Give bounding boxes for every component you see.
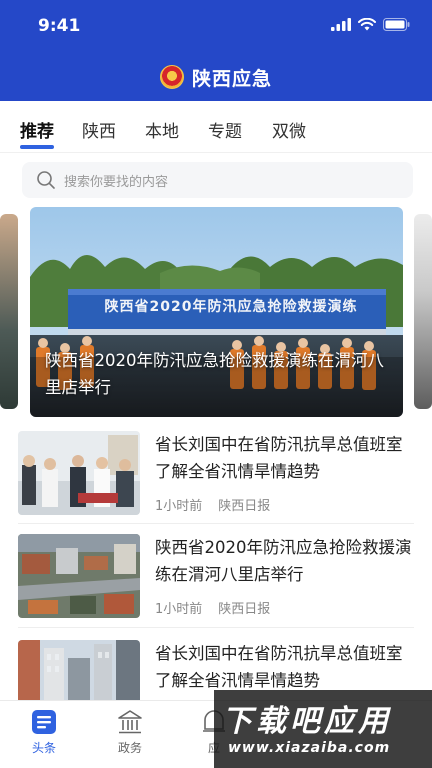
tab-topics[interactable]: 专题 [208, 117, 242, 142]
wifi-icon [358, 18, 376, 31]
news-thumbnail [18, 534, 140, 618]
news-meta: 1小时前 陕西日报 [155, 495, 270, 514]
status-bar: 9:41 [0, 0, 432, 52]
news-meta: 1小时前 陕西日报 [155, 598, 270, 617]
nav-government-label: 政务 [117, 741, 142, 755]
tab-recommended[interactable]: 推荐 [20, 117, 54, 142]
news-source: 陕西日报 [218, 602, 271, 617]
active-tab-indicator [20, 145, 54, 149]
news-title: 陕西省2020年防汛应急抢险救援演练在渭河八里店举行 [155, 538, 412, 584]
app-header: 9:41 陕西应急 [0, 0, 432, 101]
tab-shaanxi[interactable]: 陕西 [82, 117, 116, 142]
national-emblem-icon [159, 65, 184, 89]
watermark-url: www.xiazaiba.com [228, 740, 391, 756]
tab-weibo-wechat[interactable]: 双微 [272, 117, 306, 142]
news-item[interactable]: 陕西省2020年防汛应急抢险救援演练在渭河八里店举行 1小时前 陕西日报 [18, 534, 414, 638]
app-title: 陕西应急 [191, 67, 272, 90]
title-row: 陕西应急 [0, 60, 432, 94]
watermark: 下载吧应用 www.xiazaiba.com [214, 690, 432, 768]
news-thumbnail [18, 431, 140, 515]
nav-news[interactable]: 头条 [14, 709, 74, 756]
search-icon [37, 171, 55, 189]
news-title: 省长刘国中在省防汛抗旱总值班室了解全省汛情旱情趋势 [155, 644, 403, 690]
divider [18, 627, 414, 628]
status-icons [331, 18, 410, 31]
news-time: 1小时前 [155, 499, 203, 514]
news-time: 1小时前 [155, 602, 203, 617]
news-icon [32, 710, 56, 734]
signal-icon [331, 18, 351, 31]
carousel-next-card[interactable] [414, 214, 432, 409]
banner-caption: 陕西省2020年防汛应急抢险救援演练在渭河八里店举行 [45, 351, 384, 397]
battery-icon [383, 18, 410, 31]
news-item[interactable]: 省长刘国中在省防汛抗旱总值班室了解全省汛情旱情趋势 1小时前 陕西日报 [18, 431, 414, 535]
tab-local[interactable]: 本地 [145, 117, 179, 142]
featured-banner[interactable]: 陕西省2020年防汛应急抢险救援演练 陕西省2020年防汛应急抢险救援演练在渭河… [30, 207, 403, 417]
nav-news-label: 头条 [31, 741, 56, 755]
watermark-main-text: 下载吧应用 [222, 704, 392, 739]
news-source: 陕西日报 [218, 499, 271, 514]
banner-stage-text: 陕西省2020年防汛应急抢险救援演练 [104, 299, 358, 315]
divider [18, 523, 414, 524]
carousel-prev-card[interactable] [0, 214, 18, 409]
search-placeholder: 搜索你要找的内容 [64, 174, 169, 190]
category-tabs: 推荐 陕西 本地 专题 双微 [0, 101, 432, 153]
nav-government[interactable]: 政务 [100, 709, 160, 756]
government-icon [118, 710, 142, 734]
status-time: 9:41 [38, 16, 81, 36]
search-bar[interactable]: 搜索你要找的内容 [22, 162, 413, 198]
news-title: 省长刘国中在省防汛抗旱总值班室了解全省汛情旱情趋势 [155, 435, 403, 481]
